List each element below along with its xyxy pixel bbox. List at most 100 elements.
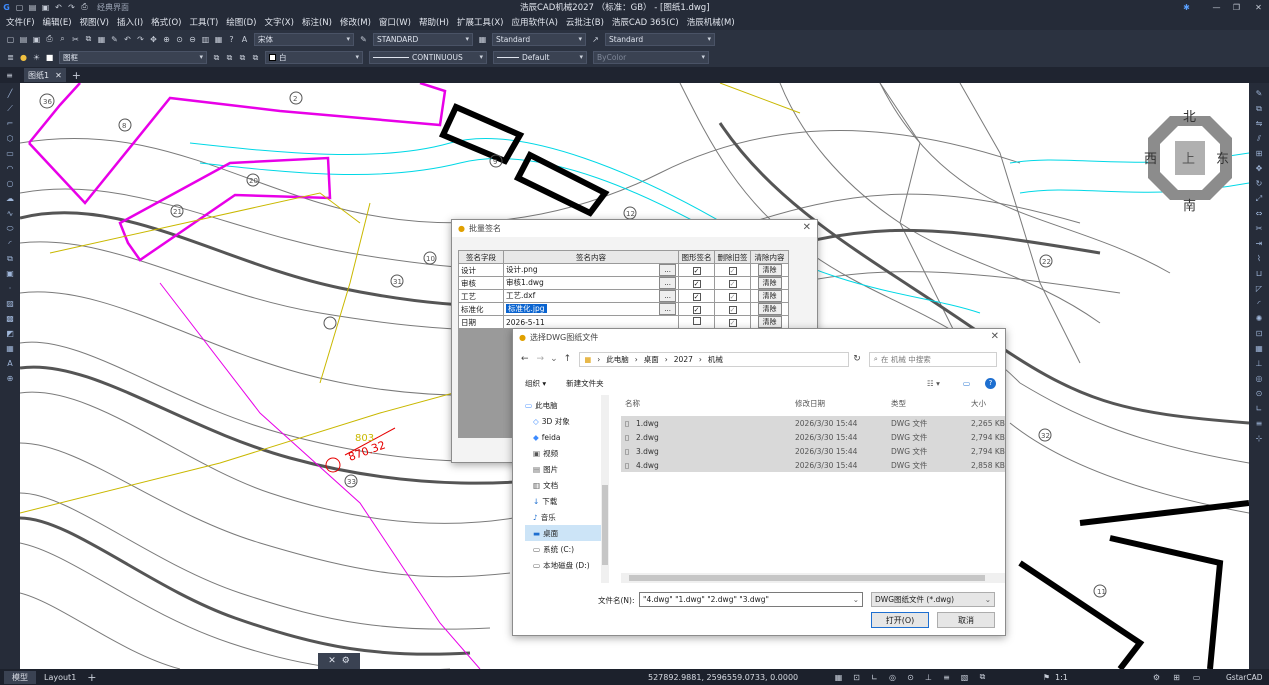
- fillet-icon[interactable]: ◜: [1254, 298, 1265, 309]
- new-icon[interactable]: ▢: [14, 2, 25, 13]
- tree-scrollbar[interactable]: [601, 395, 609, 583]
- batch-sign-close-icon[interactable]: ✕: [803, 222, 811, 233]
- menu-item[interactable]: 云批注(B): [566, 16, 604, 28]
- polar-mode-icon[interactable]: ◎: [887, 672, 898, 683]
- circle-icon[interactable]: ○: [5, 178, 16, 189]
- menu-item[interactable]: 视图(V): [80, 16, 109, 28]
- graphic-checkbox[interactable]: [692, 317, 701, 325]
- ortho-mode-icon[interactable]: ∟: [869, 672, 880, 683]
- menu-item[interactable]: 帮助(H): [419, 16, 449, 28]
- tree-item[interactable]: ◇ 3D 对象: [525, 413, 601, 429]
- file-row[interactable]: ▯ 2.dwg 2026/3/30 15:44 DWG 文件 2,794 KB: [621, 430, 1005, 444]
- new-tab-icon[interactable]: +: [71, 69, 82, 82]
- breadcrumb-item[interactable]: 此电脑: [606, 354, 629, 365]
- clear-button[interactable]: 清除: [757, 303, 782, 315]
- hscroll-thumb[interactable]: [629, 575, 985, 581]
- delete-old-checkbox[interactable]: ✓: [728, 292, 737, 301]
- sign-row[interactable]: 工艺 工艺.dxf... ✓ ✓ 清除: [458, 289, 789, 303]
- sign-content[interactable]: 审核1.dwg: [506, 278, 544, 287]
- recent-icon[interactable]: ⌄: [550, 354, 558, 364]
- stretch-icon[interactable]: ⇔: [1254, 208, 1265, 219]
- plot-icon[interactable]: ⎙: [44, 34, 55, 45]
- sign-content-cell[interactable]: 工艺.dxf...: [503, 289, 679, 303]
- command-line-bar[interactable]: ✕ ⚙: [318, 653, 360, 669]
- osnap-icon[interactable]: ⊙: [1254, 388, 1265, 399]
- layer-combo[interactable]: 图框 ▾: [59, 51, 207, 64]
- preview-icon[interactable]: ⌕: [57, 34, 68, 45]
- erase-icon[interactable]: ✎: [1254, 88, 1265, 99]
- delete-old-checkbox[interactable]: ✓: [728, 318, 737, 327]
- breadcrumb-item[interactable]: 机械: [708, 354, 723, 365]
- sign-row[interactable]: 设计 设计.png... ✓ ✓ 清除: [458, 263, 789, 277]
- scale-icon[interactable]: ⤢: [1254, 193, 1265, 204]
- delete-old-checkbox[interactable]: ✓: [728, 266, 737, 275]
- file-row[interactable]: ▯ 3.dwg 2026/3/30 15:44 DWG 文件 2,794 KB: [621, 444, 1005, 458]
- tree-item[interactable]: ▭ 此电脑: [525, 397, 601, 413]
- compass-south[interactable]: 南: [1183, 198, 1196, 214]
- tab-close-icon[interactable]: ✕: [55, 71, 62, 80]
- clear-button[interactable]: 清除: [757, 316, 782, 328]
- chevron-down-icon[interactable]: ⌄: [985, 595, 991, 604]
- open-icon[interactable]: ▤: [27, 2, 38, 13]
- forward-icon[interactable]: →: [537, 354, 545, 364]
- revcloud-icon[interactable]: ☁: [5, 193, 16, 204]
- redo-icon[interactable]: ↷: [66, 2, 77, 13]
- tab-drawing1[interactable]: 图纸1 ✕: [24, 68, 66, 82]
- organize-button[interactable]: 组织 ▾: [525, 378, 546, 389]
- polygon-icon[interactable]: ⬡: [5, 133, 16, 144]
- col-type[interactable]: 类型: [891, 398, 906, 409]
- sign-content-cell[interactable]: 标准化.jpg...: [503, 302, 679, 316]
- zoom-prev-icon[interactable]: ⊖: [187, 34, 198, 45]
- clear-button[interactable]: 清除: [757, 264, 782, 276]
- annotation-scale[interactable]: 1:1: [1055, 673, 1068, 682]
- compass-east[interactable]: 东: [1216, 152, 1229, 167]
- grid-mode-icon[interactable]: ▦: [833, 672, 844, 683]
- mirror-icon[interactable]: ⇋: [1254, 118, 1265, 129]
- tree-item[interactable]: ▭ 系统 (C:): [525, 541, 601, 557]
- copy-icon[interactable]: ⧉: [83, 34, 94, 45]
- layer-color-icon[interactable]: ■: [44, 52, 55, 63]
- print-icon[interactable]: ⎙: [79, 2, 90, 13]
- add-layout-icon[interactable]: +: [86, 671, 97, 684]
- settings-icon[interactable]: ✱: [1181, 2, 1192, 13]
- app-logo-icon[interactable]: G: [1, 2, 12, 13]
- sign-row[interactable]: 日期 2026-5-11 ✓ 清除: [458, 315, 789, 329]
- linetype-combo[interactable]: CONTINUOUS ▾: [369, 51, 487, 64]
- browse-button[interactable]: ...: [659, 303, 676, 315]
- dim-style-combo[interactable]: Standard ▾: [492, 32, 586, 46]
- sign-content[interactable]: 设计.png: [506, 265, 538, 274]
- layer-match-icon[interactable]: ⧉: [237, 52, 248, 63]
- menu-item[interactable]: 浩辰CAD 365(C): [612, 16, 679, 28]
- make-current-icon[interactable]: ⧉: [211, 52, 222, 63]
- sign-content-cell[interactable]: 审核1.dwg...: [503, 276, 679, 290]
- plotstyle-combo[interactable]: ByColor ▾: [593, 51, 709, 64]
- tree-item[interactable]: ▭ 本地磁盘 (D:): [525, 557, 601, 573]
- add-selected-icon[interactable]: ⊕: [5, 373, 16, 384]
- layer-previous-icon[interactable]: ⧉: [224, 52, 235, 63]
- font-combo[interactable]: 宋体 ▾: [254, 32, 354, 46]
- lweight-icon[interactable]: ≡: [1254, 418, 1265, 429]
- new-folder-button[interactable]: 新建文件夹: [566, 378, 604, 389]
- lineweight-combo[interactable]: Default ▾: [493, 51, 587, 64]
- zoom-realtime-icon[interactable]: ⊕: [161, 34, 172, 45]
- back-icon[interactable]: ←: [521, 354, 529, 364]
- cancel-button[interactable]: 取消: [937, 612, 995, 628]
- menu-item[interactable]: 应用软件(A): [511, 16, 557, 28]
- col-name[interactable]: 名称: [625, 398, 640, 409]
- chamfer-icon[interactable]: ◸: [1254, 283, 1265, 294]
- snap-mode-icon[interactable]: ⊡: [851, 672, 862, 683]
- view-compass[interactable]: 北 南 东 西 上: [1144, 110, 1232, 214]
- filetype-select[interactable]: DWG图纸文件 (*.dwg) ⌄: [871, 592, 995, 607]
- workspace-label[interactable]: 经典界面: [97, 2, 129, 13]
- minimize-icon[interactable]: —: [1211, 2, 1222, 13]
- ellipse-icon[interactable]: ⬭: [5, 223, 16, 234]
- polyline-icon[interactable]: ⌐: [5, 118, 16, 129]
- command-close-icon[interactable]: ✕: [328, 656, 336, 666]
- mtext-icon[interactable]: A: [5, 358, 16, 369]
- sign-content-cell[interactable]: 设计.png...: [503, 263, 679, 277]
- tree-item[interactable]: ▣ 视频: [525, 445, 601, 461]
- trim-icon[interactable]: ✂: [1254, 223, 1265, 234]
- spline-icon[interactable]: ∿: [5, 208, 16, 219]
- tree-item[interactable]: ♪ 音乐: [525, 509, 601, 525]
- command-settings-icon[interactable]: ⚙: [342, 656, 350, 666]
